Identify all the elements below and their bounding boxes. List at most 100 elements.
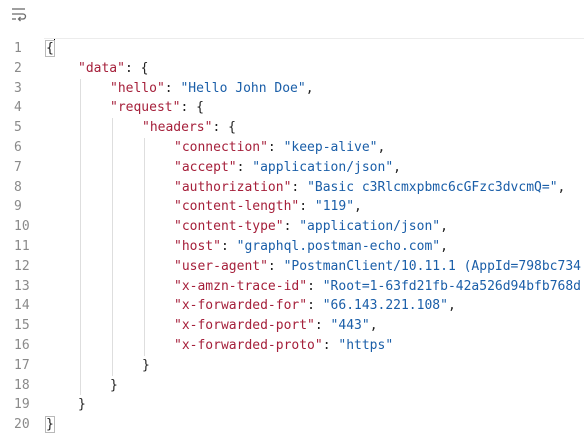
code-line-content: "content-length": "119", (174, 197, 362, 217)
indent-guide (112, 335, 113, 356)
code-line: "x-forwarded-for": "66.143.221.108", (44, 296, 584, 317)
indent-guide (144, 296, 145, 317)
indent-guide (112, 157, 113, 178)
json-punctuation: : (299, 199, 315, 215)
code-line-content: "content-type": "application/json", (174, 217, 448, 237)
indent-guide (144, 316, 145, 336)
code-line-content: } (142, 356, 150, 376)
json-key: "user-agent" (174, 258, 268, 274)
line-number: 5 (14, 120, 22, 136)
code-line: } (44, 355, 584, 376)
indent-guide (80, 217, 81, 237)
json-string: "https" (338, 337, 394, 353)
code-line-content: "headers": { (142, 118, 236, 138)
json-key: "content-type" (174, 219, 284, 235)
indent-guide (112, 118, 113, 138)
code-line-content: "host": "graphql.postman-echo.com", (174, 237, 448, 257)
json-punctuation: } (142, 357, 150, 373)
json-punctuation: , (447, 298, 456, 314)
json-key: "accept" (174, 159, 237, 175)
code-line: "user-agent": "PostmanClient/10.11.1 (Ap… (44, 256, 584, 277)
line-number: 6 (14, 139, 22, 155)
indent-guide (144, 276, 145, 297)
json-punctuation: , (369, 318, 378, 334)
code-line: "host": "graphql.postman-echo.com", (44, 236, 584, 257)
code-line: "authorization": "Basic c3Rlcmxpbmc6cGFz… (44, 177, 584, 198)
code-line: "hello": "Hello John Doe", (44, 78, 584, 99)
indent-guide (112, 256, 113, 277)
indent-guide (80, 157, 81, 178)
json-punctuation: : (220, 238, 237, 254)
line-number-gutter: 1 2 3 4 5 6 7 8 9 10 11 12 13 14 15 16 17 18 19 20 (0, 39, 44, 435)
code-line-content: "user-agent": "PostmanClient/10.11.1 (Ap… (174, 257, 581, 277)
wrap-lines-button[interactable] (8, 5, 30, 27)
indent-guide (80, 177, 81, 198)
json-punctuation: : { (212, 120, 236, 136)
code-line: "x-forwarded-port": "443", (44, 316, 584, 336)
code-line: "connection": "keep-alive", (44, 137, 584, 158)
json-string: "66.143.221.108" (322, 298, 448, 314)
line-number: 15 (14, 318, 30, 334)
code-line: "x-forwarded-proto": "https" (44, 335, 584, 356)
indent-guide (144, 217, 145, 237)
code-line-content: "x-forwarded-for": "66.143.221.108", (174, 296, 456, 316)
indent-guide (80, 375, 81, 396)
json-punctuation: : (307, 278, 323, 294)
indent-guide (80, 276, 81, 297)
code-line: { (44, 39, 584, 59)
json-punctuation: : { (180, 100, 204, 116)
text-cursor (53, 39, 55, 55)
code-line: "accept": "application/json", (44, 157, 584, 178)
code-line-content: } (110, 376, 118, 396)
wrap-lines-icon (10, 6, 28, 26)
indent-guide (80, 335, 81, 356)
json-code-area[interactable]: {"data": {"hello": "Hello John Doe", "req… (44, 39, 584, 435)
indent-guide (112, 276, 113, 297)
indent-guide (144, 157, 145, 178)
indent-guide (112, 355, 113, 376)
code-line-content: "x-forwarded-proto": "https" (174, 336, 393, 356)
json-punctuation: : (267, 139, 284, 155)
json-string: "keep-alive" (283, 139, 378, 155)
indent-guide (80, 236, 81, 257)
line-number: 11 (14, 238, 30, 254)
json-string: "443" (330, 318, 370, 334)
indent-guide (80, 118, 81, 138)
line-number: 8 (14, 179, 22, 195)
json-string: "119" (314, 199, 355, 215)
line-number: 4 (14, 100, 22, 116)
indent-guide (80, 137, 81, 158)
code-line: "content-length": "119", (44, 197, 584, 218)
code-line-content: "accept": "application/json", (174, 158, 401, 178)
json-key: "x-forwarded-port" (174, 318, 315, 334)
code-line: "headers": { (44, 118, 584, 138)
indent-guide (80, 355, 81, 376)
json-punctuation: , (440, 238, 448, 254)
json-punctuation: , (354, 199, 362, 215)
json-key: "request" (110, 100, 181, 116)
indent-guide (144, 236, 145, 257)
json-punctuation: : (283, 219, 300, 235)
indent-guide (80, 316, 81, 336)
json-key: "x-amzn-trace-id" (174, 278, 308, 294)
code-line-content: } (78, 395, 86, 415)
line-number: 9 (14, 199, 22, 215)
response-body-editor[interactable]: 1 2 3 4 5 6 7 8 9 10 11 12 13 14 15 16 17 18 19 20 {"data":… (0, 39, 584, 442)
json-punctuation: , (377, 139, 386, 155)
code-line-content: "x-amzn-trace-id": "Root=1-63fd21fb-42a5… (174, 277, 581, 297)
indent-guide (144, 256, 145, 277)
line-number: 3 (14, 80, 22, 96)
code-line-content: { (45, 39, 55, 59)
json-key: "headers" (142, 120, 213, 136)
indent-guide (80, 256, 81, 277)
code-line-content: } (45, 415, 55, 435)
json-punctuation: } (45, 416, 55, 434)
json-key: "connection" (174, 139, 268, 155)
indent-guide (80, 197, 81, 218)
line-number: 14 (14, 298, 30, 314)
indent-guide (112, 296, 113, 317)
response-toolbar (0, 0, 584, 38)
line-number: 2 (14, 60, 22, 76)
json-punctuation: : { (124, 60, 149, 76)
indent-guide (80, 98, 81, 119)
